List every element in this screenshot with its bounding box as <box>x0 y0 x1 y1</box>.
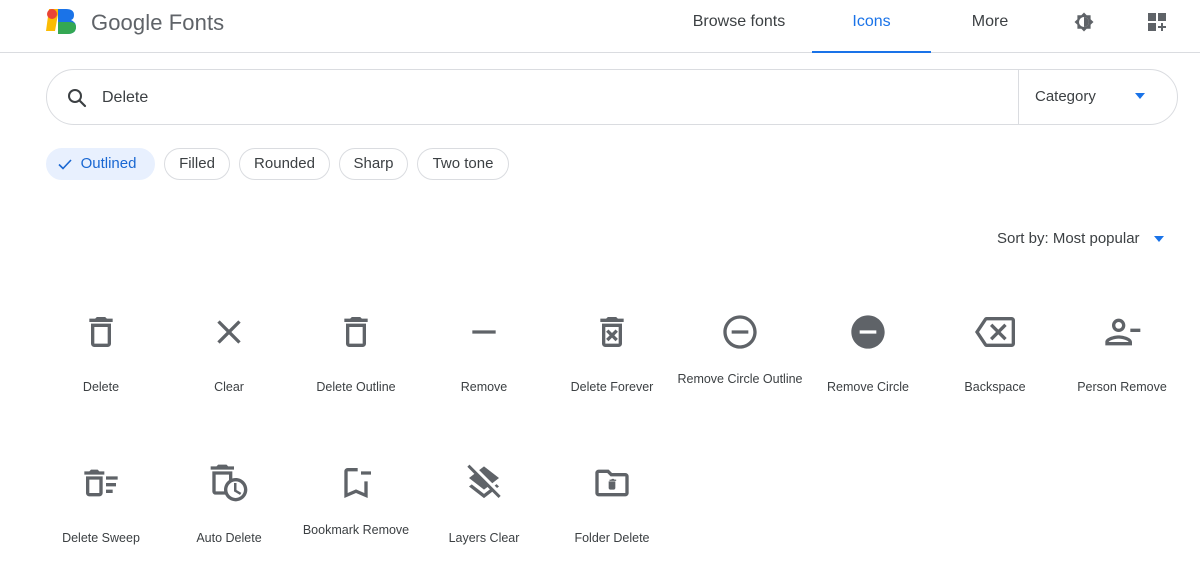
icon-tile-folder-delete[interactable]: Folder Delete <box>548 447 676 577</box>
layers-clear-icon <box>467 464 501 499</box>
person-remove-icon <box>1105 318 1141 346</box>
sort-label: Sort by: Most popular <box>996 230 1140 247</box>
icon-label: Delete <box>82 380 120 394</box>
icon-label: Auto Delete <box>196 531 262 545</box>
icon-label: Remove Circle <box>827 380 909 394</box>
icon-tile-layers-clear[interactable]: Layers Clear <box>420 447 548 577</box>
delete-icon <box>89 317 113 347</box>
remove-icon <box>472 330 496 334</box>
chip-filled[interactable]: Filled <box>164 148 230 180</box>
icon-tile-backspace[interactable]: Backspace <box>931 296 1059 426</box>
delete-sweep-icon <box>84 469 118 497</box>
icon-label: Delete Forever <box>570 380 654 394</box>
delete-outline-icon <box>344 317 368 347</box>
chip-sharp[interactable]: Sharp <box>339 148 408 180</box>
category-label: Category <box>1035 88 1096 105</box>
top-app-bar: Google Fonts Browse fonts Icons More <box>0 0 1200 53</box>
theme-toggle-icon[interactable] <box>1072 10 1096 34</box>
clear-icon <box>217 320 241 344</box>
chip-label: Filled <box>179 155 215 172</box>
nav-icons[interactable]: Icons <box>812 0 931 53</box>
icon-label: Person Remove <box>1077 380 1167 394</box>
icon-label: Remove <box>460 380 508 394</box>
chevron-down-icon <box>1154 235 1164 242</box>
icon-label: Remove Circle Outline <box>677 372 803 386</box>
icon-label: Bookmark Remove <box>302 523 410 537</box>
icon-label: Folder Delete <box>574 531 650 545</box>
search-icon <box>68 89 87 108</box>
chevron-down-icon <box>1135 93 1145 99</box>
nav-more[interactable]: More <box>950 0 1030 53</box>
icon-tile-clear[interactable]: Clear <box>165 296 293 426</box>
chip-label: Sharp <box>353 155 394 172</box>
category-dropdown[interactable]: Category <box>1019 70 1177 124</box>
chip-two-tone[interactable]: Two tone <box>417 148 509 180</box>
icon-tile-bookmark-remove[interactable]: Bookmark Remove <box>292 447 420 577</box>
icon-label: Delete Sweep <box>62 531 140 545</box>
backspace-icon <box>975 317 1015 347</box>
brand-name[interactable]: Google Fonts <box>91 9 224 37</box>
chip-label: Two tone <box>432 155 494 172</box>
bookmark-remove-icon <box>344 468 371 498</box>
icon-label: Layers Clear <box>448 531 520 545</box>
apps-add-icon[interactable] <box>1145 10 1169 34</box>
auto-delete-icon <box>210 464 248 502</box>
icon-tile-delete-forever[interactable]: Delete Forever <box>548 296 676 426</box>
search-input[interactable] <box>102 84 1002 112</box>
remove-circle-outline-icon <box>723 315 757 349</box>
icon-label: Backspace <box>964 380 1026 394</box>
icon-tile-delete[interactable]: Delete <box>37 296 165 426</box>
delete-forever-icon <box>600 317 624 347</box>
chip-label: Rounded <box>254 155 315 172</box>
chip-outlined[interactable]: Outlined <box>46 148 155 180</box>
icon-tile-person-remove[interactable]: Person Remove <box>1058 296 1186 426</box>
icon-search-bar: Category <box>46 69 1178 125</box>
icon-tile-auto-delete[interactable]: Auto Delete <box>165 447 293 577</box>
folder-delete-icon <box>595 469 629 497</box>
check-icon <box>58 159 72 170</box>
icon-tile-delete-outline[interactable]: Delete Outline <box>292 296 420 426</box>
chip-rounded[interactable]: Rounded <box>239 148 330 180</box>
nav-browse-fonts[interactable]: Browse fonts <box>680 0 798 53</box>
remove-circle-icon <box>851 315 885 349</box>
google-fonts-logo[interactable] <box>46 9 78 35</box>
icon-tile-remove[interactable]: Remove <box>420 296 548 426</box>
sort-dropdown[interactable]: Sort by: Most popular <box>997 230 1164 250</box>
icon-tile-remove-circle[interactable]: Remove Circle <box>804 296 932 426</box>
icon-tile-remove-circle-outline[interactable]: Remove Circle Outline <box>676 296 804 426</box>
icon-label: Delete Outline <box>316 380 396 394</box>
icon-tile-delete-sweep[interactable]: Delete Sweep <box>37 447 165 577</box>
chip-label: Outlined <box>80 155 137 172</box>
icon-label: Clear <box>214 380 244 394</box>
